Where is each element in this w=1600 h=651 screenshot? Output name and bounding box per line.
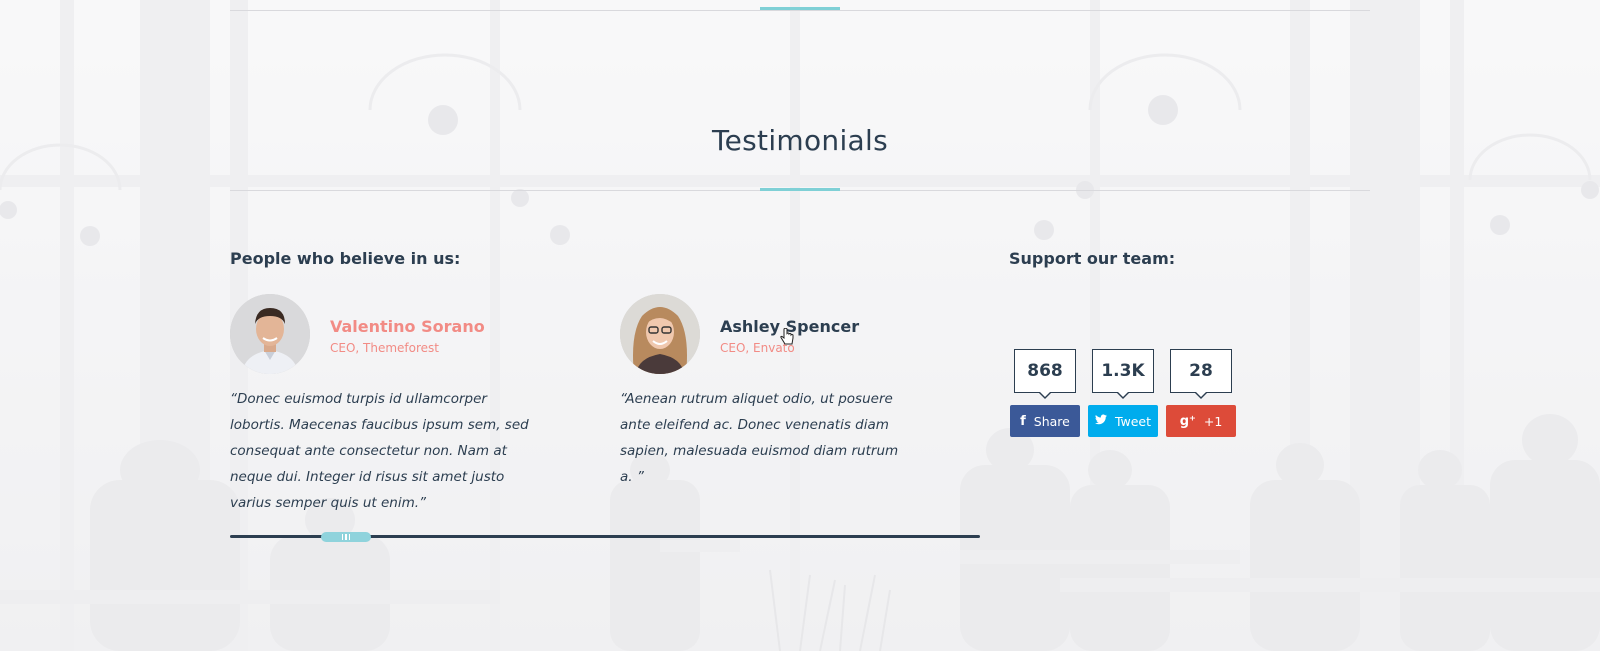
count-bubble-tail (1117, 392, 1129, 399)
count-bubble-tail (1039, 392, 1051, 399)
top-divider (230, 10, 1370, 11)
grip-icon (342, 534, 350, 540)
section-title: Testimonials (712, 124, 888, 157)
tweet-button-label: Tweet (1114, 413, 1152, 429)
share-button-label: Share (1033, 413, 1070, 429)
plus-one-button-label: +1 (1203, 413, 1223, 429)
hand-cursor-icon (780, 327, 794, 350)
support-heading: Support our team: (1009, 249, 1176, 268)
slider-handle[interactable] (321, 532, 371, 542)
avatar (230, 294, 310, 374)
facebook-share-button[interactable]: f Share (1010, 405, 1080, 437)
avatar (620, 294, 700, 374)
share-count: 28 (1170, 349, 1232, 393)
twitter-tweet-button[interactable]: Tweet (1088, 405, 1158, 437)
google-plus-icon: g⁺ (1179, 413, 1196, 429)
testimonial-author-role: CEO, Themeforest (330, 341, 440, 355)
testimonial-author-name[interactable]: Valentino Sorano (330, 317, 485, 336)
share-count: 1.3K (1092, 349, 1154, 393)
google-plus-button[interactable]: g⁺ +1 (1166, 405, 1236, 437)
facebook-icon: f (1020, 413, 1026, 429)
title-divider-accent (760, 188, 840, 191)
testimonial-quote: “Donec euismod turpis id ullamcorper lob… (230, 391, 529, 511)
count-bubble-tail (1195, 392, 1207, 399)
twitter-icon (1094, 414, 1107, 429)
top-divider-accent (760, 7, 840, 10)
share-count: 868 (1014, 349, 1076, 393)
testimonial-quote: “Aenean rutrum aliquet odio, ut posuere … (620, 391, 899, 485)
testimonials-heading: People who believe in us: (230, 249, 461, 268)
